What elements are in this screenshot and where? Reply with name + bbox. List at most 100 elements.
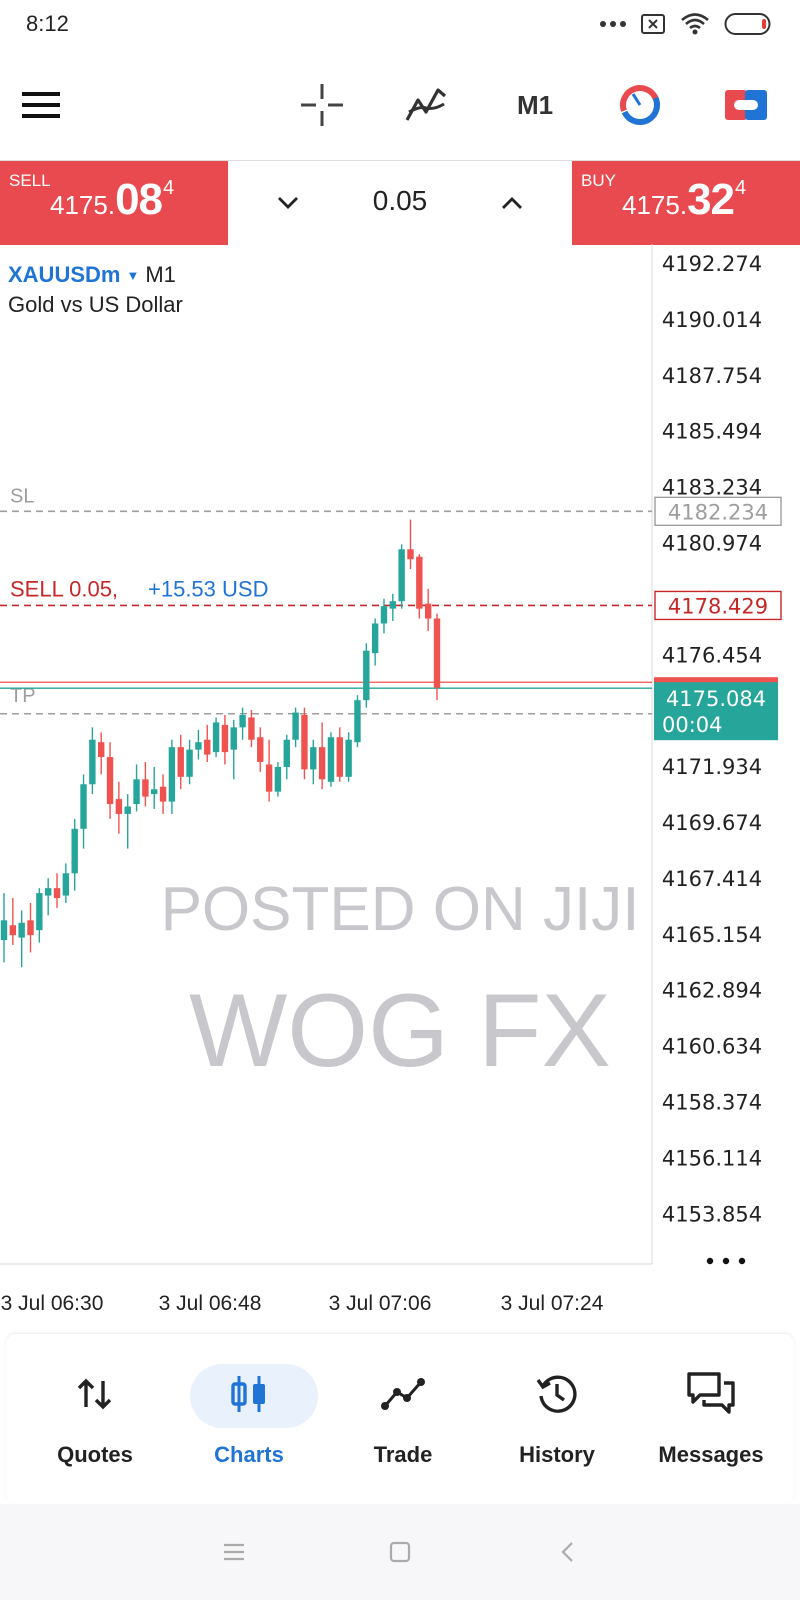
caret-down-icon: ▼ bbox=[126, 267, 140, 283]
candle-body bbox=[159, 786, 167, 802]
time-axis-label: 3 Jul 07:06 bbox=[329, 1292, 432, 1315]
sell-label: SELL bbox=[9, 171, 51, 190]
buy-price-small: 4175. bbox=[622, 190, 688, 220]
home-button[interactable] bbox=[378, 1532, 422, 1572]
chart-area[interactable]: POSTED ON JIJI WOG FX 4192.274 4190.014 4187… bbox=[0, 244, 800, 1316]
candle-body bbox=[265, 764, 273, 792]
candle-body bbox=[98, 742, 105, 758]
more-notifications-icon bbox=[600, 21, 626, 27]
candle-body bbox=[177, 747, 184, 777]
indicators-button[interactable] bbox=[398, 62, 454, 148]
candle-body bbox=[248, 717, 255, 740]
nav-charts[interactable]: Charts bbox=[174, 1334, 324, 1504]
sell-price: 4175.084 bbox=[50, 175, 174, 225]
buy-label: BUY bbox=[581, 171, 616, 190]
buy-price-sup: 4 bbox=[735, 177, 747, 199]
candle-body bbox=[318, 747, 326, 780]
one-click-trading-button[interactable] bbox=[612, 62, 668, 148]
price-axis-label: 4183.234 bbox=[662, 476, 762, 500]
new-order-icon bbox=[725, 90, 767, 120]
back-button[interactable] bbox=[546, 1532, 590, 1572]
volume-increase-button[interactable] bbox=[492, 183, 532, 223]
candle-body bbox=[195, 742, 202, 750]
bid-price: 4175.084 bbox=[666, 687, 766, 711]
nav-history-label: History bbox=[519, 1442, 595, 1467]
stop-loss-label: SL bbox=[10, 485, 34, 507]
symbol-selector[interactable]: XAUUSDm ▼ M1 bbox=[8, 262, 176, 288]
candle-body bbox=[62, 873, 70, 896]
bar-timer: 00:04 bbox=[662, 713, 723, 737]
candle-body bbox=[44, 888, 52, 896]
status-bar: 8:12 bbox=[0, 0, 800, 50]
sell-price-big: 08 bbox=[115, 175, 163, 224]
candle-body bbox=[71, 828, 78, 874]
watermark-bottom: WOG FX bbox=[189, 973, 611, 1089]
nav-messages-label: Messages bbox=[658, 1442, 764, 1467]
candle-body bbox=[301, 714, 308, 770]
candle-body bbox=[310, 747, 317, 770]
more-dots-icon bbox=[722, 1257, 730, 1265]
candle-body bbox=[18, 922, 25, 938]
chart-toolbar: M1 bbox=[0, 62, 800, 148]
crosshair-button[interactable] bbox=[294, 62, 350, 148]
sell-button[interactable]: SELL 4175.084 bbox=[0, 161, 228, 245]
candle-body bbox=[89, 739, 96, 785]
nav-messages[interactable]: Messages bbox=[636, 1334, 786, 1504]
nav-history[interactable]: History bbox=[482, 1334, 632, 1504]
wifi-icon bbox=[681, 13, 709, 35]
recent-apps-icon bbox=[224, 1543, 244, 1561]
candle-body bbox=[186, 749, 193, 777]
menu-button[interactable] bbox=[14, 62, 68, 148]
recent-apps-button[interactable] bbox=[212, 1532, 256, 1572]
buy-button[interactable]: BUY 4175.324 bbox=[572, 161, 800, 245]
nav-quotes-label: Quotes bbox=[57, 1442, 133, 1467]
buy-price: 4175.324 bbox=[622, 175, 746, 225]
nav-trade-label: Trade bbox=[373, 1442, 433, 1467]
price-axis-label: 4158.374 bbox=[662, 1091, 762, 1115]
candle-body bbox=[292, 712, 299, 740]
candle-body bbox=[27, 920, 34, 936]
candle-body bbox=[363, 650, 370, 701]
price-axis-label: 4153.854 bbox=[662, 1202, 762, 1226]
arrows-up-down-icon bbox=[77, 1378, 112, 1410]
price-chart[interactable]: POSTED ON JIJI WOG FX 4192.274 4190.014 4187… bbox=[0, 244, 800, 1316]
time-axis-label: 3 Jul 06:30 bbox=[1, 1292, 104, 1315]
candle-body bbox=[257, 737, 264, 762]
timeframe-button[interactable]: M1 bbox=[500, 62, 570, 148]
status-time: 8:12 bbox=[26, 11, 69, 36]
candle-body bbox=[204, 739, 211, 755]
price-axis-label: 4169.674 bbox=[662, 811, 762, 835]
candle-body bbox=[239, 714, 246, 728]
volume-decrease-button[interactable] bbox=[268, 183, 308, 223]
speedometer-icon bbox=[620, 85, 660, 126]
crosshair-icon bbox=[301, 84, 343, 126]
candle-body bbox=[115, 799, 123, 814]
status-icons bbox=[600, 12, 772, 36]
candle-body bbox=[0, 920, 8, 941]
chat-bubbles-icon bbox=[687, 1372, 735, 1414]
candle-body bbox=[274, 766, 282, 792]
candle-body bbox=[142, 779, 149, 797]
sim-off-icon bbox=[641, 14, 665, 34]
price-axis-label: 4156.114 bbox=[662, 1146, 762, 1170]
nav-trade[interactable]: Trade bbox=[328, 1334, 478, 1504]
system-navigation-bar bbox=[0, 1504, 800, 1600]
home-square-icon bbox=[389, 1541, 411, 1563]
indicators-icon bbox=[405, 88, 447, 121]
candle-body bbox=[80, 784, 87, 829]
candle-body bbox=[345, 739, 352, 777]
candle-body bbox=[133, 779, 140, 805]
nav-quotes[interactable]: Quotes bbox=[20, 1334, 170, 1504]
price-axis-label: 4180.974 bbox=[662, 532, 762, 556]
candle-body bbox=[168, 747, 176, 802]
back-chevron-icon bbox=[561, 1542, 573, 1562]
candle-body bbox=[124, 806, 131, 814]
volume-value[interactable]: 0.05 bbox=[338, 185, 462, 217]
candle-body bbox=[151, 789, 158, 795]
order-price: 4178.429 bbox=[668, 594, 768, 618]
candle-body bbox=[9, 925, 17, 936]
price-axis-label: 4171.934 bbox=[662, 755, 762, 779]
new-order-button[interactable] bbox=[718, 62, 774, 148]
more-dots-icon bbox=[706, 1257, 714, 1265]
more-dots-icon bbox=[738, 1257, 746, 1265]
